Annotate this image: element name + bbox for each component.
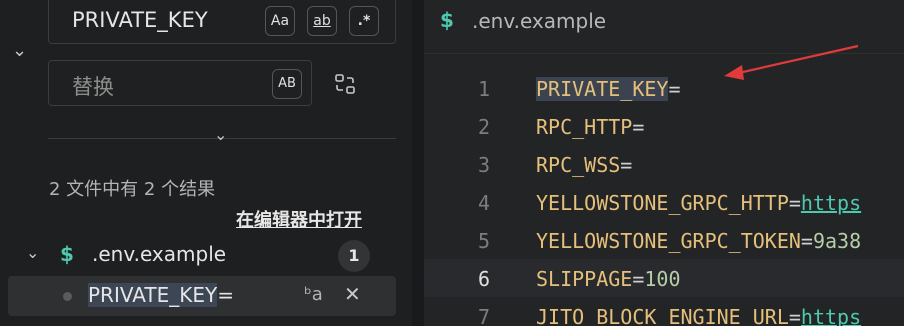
match-highlight: PRIVATE_KEY [88,283,218,307]
replace-input[interactable]: 替换 [72,71,114,101]
code-text: YELLOWSTONE_GRPC_TOKEN=9a38 [536,229,861,253]
replace-match-icon[interactable]: ᵇa [304,284,323,305]
toggle-details-chevron-icon[interactable]: ⌄ [214,126,227,144]
code-key: PRIVATE_KEY [536,77,669,101]
code-equals: = [632,267,645,291]
annotation-arrow-icon [724,44,859,80]
line-number: 6 [477,267,490,291]
open-in-editor-link[interactable]: 在编辑器中打开 [236,206,362,232]
code-value: 100 [644,267,681,291]
code-line[interactable]: 2 RPC_HTTP= [424,107,904,145]
code-line[interactable]: 5 YELLOWSTONE_GRPC_TOKEN=9a38 [424,221,904,259]
line-number: 3 [477,153,490,177]
code-text: PRIVATE_KEY= [536,77,681,101]
code-value-url[interactable]: https [801,305,861,326]
toggle-replace-chevron-icon[interactable]: ⌄ [12,42,27,60]
code-line[interactable]: 6 SLIPPAGE=100 [424,259,904,297]
code-equals: = [800,229,813,253]
code-equals: = [620,153,633,177]
result-file-row[interactable]: ⌄ $ .env.example 1 [0,240,412,272]
search-input-box[interactable]: PRIVATE_KEY Aa ab .* [48,0,396,44]
code-key: RPC_HTTP [536,115,633,139]
tab-file-icon: $ [440,8,454,32]
editor-pane: $ .env.example 1 PRIVATE_KEY= 2 RPC_HTTP… [424,0,904,326]
match-suffix: = [217,283,234,307]
code-equals: = [788,191,801,215]
code-text: YELLOWSTONE_GRPC_HTTP=https [536,191,861,215]
code-key: RPC_WSS [536,153,621,177]
line-number: 2 [477,115,490,139]
match-text: PRIVATE_KEY= [88,283,234,307]
tab-file-name: .env.example [472,9,607,33]
code-text: JITO_BLOCK_ENGINE_URL=https [536,305,861,326]
code-value: 9a38 [812,229,862,253]
dismiss-match-icon[interactable]: ✕ [344,282,361,306]
panel-divider[interactable] [412,0,424,326]
code-key: YELLOWSTONE_GRPC_TOKEN [536,229,801,253]
match-whole-word-label: ab [313,13,331,29]
code-key: YELLOWSTONE_GRPC_HTTP [536,191,789,215]
use-regex-button[interactable]: .* [349,6,379,36]
replace-all-icon[interactable] [334,73,356,95]
code-line[interactable]: 7 JITO_BLOCK_ENGINE_URL=https [424,297,904,326]
code-equals: = [788,305,801,326]
line-number: 4 [477,191,490,215]
code-value-url[interactable]: https [801,191,861,215]
replace-input-box[interactable]: 替换 AB [48,60,312,106]
match-whole-word-button[interactable]: ab [307,6,337,36]
code-line[interactable]: 3 RPC_WSS= [424,145,904,183]
results-summary: 2 文件中有 2 个结果 [49,179,216,200]
result-count-badge: 1 [338,240,370,272]
shell-file-icon: $ [60,242,74,266]
code-key: SLIPPAGE [536,267,633,291]
result-file-name: .env.example [92,242,227,266]
collapse-file-chevron-icon[interactable]: ⌄ [26,244,39,262]
code-line[interactable]: 4 YELLOWSTONE_GRPC_HTTP=https [424,183,904,221]
code-key: JITO_BLOCK_ENGINE_URL [536,305,789,326]
search-panel: ⌄ PRIVATE_KEY Aa ab .* 替换 AB ⌄ 2 文件中有 2 … [0,0,412,326]
code-equals: = [668,77,681,101]
match-bullet-icon [63,292,72,301]
line-number: 7 [477,305,490,326]
code-text: RPC_HTTP= [536,115,644,139]
preserve-case-button[interactable]: AB [272,69,302,99]
line-number: 5 [477,229,490,253]
match-case-button[interactable]: Aa [265,6,295,36]
code-text: RPC_WSS= [536,153,632,177]
result-match-row[interactable]: PRIVATE_KEY= ᵇa ✕ [8,276,396,316]
search-input[interactable]: PRIVATE_KEY [72,8,208,32]
code-equals: = [632,115,645,139]
line-number: 1 [477,77,490,101]
code-text: SLIPPAGE=100 [536,267,681,291]
